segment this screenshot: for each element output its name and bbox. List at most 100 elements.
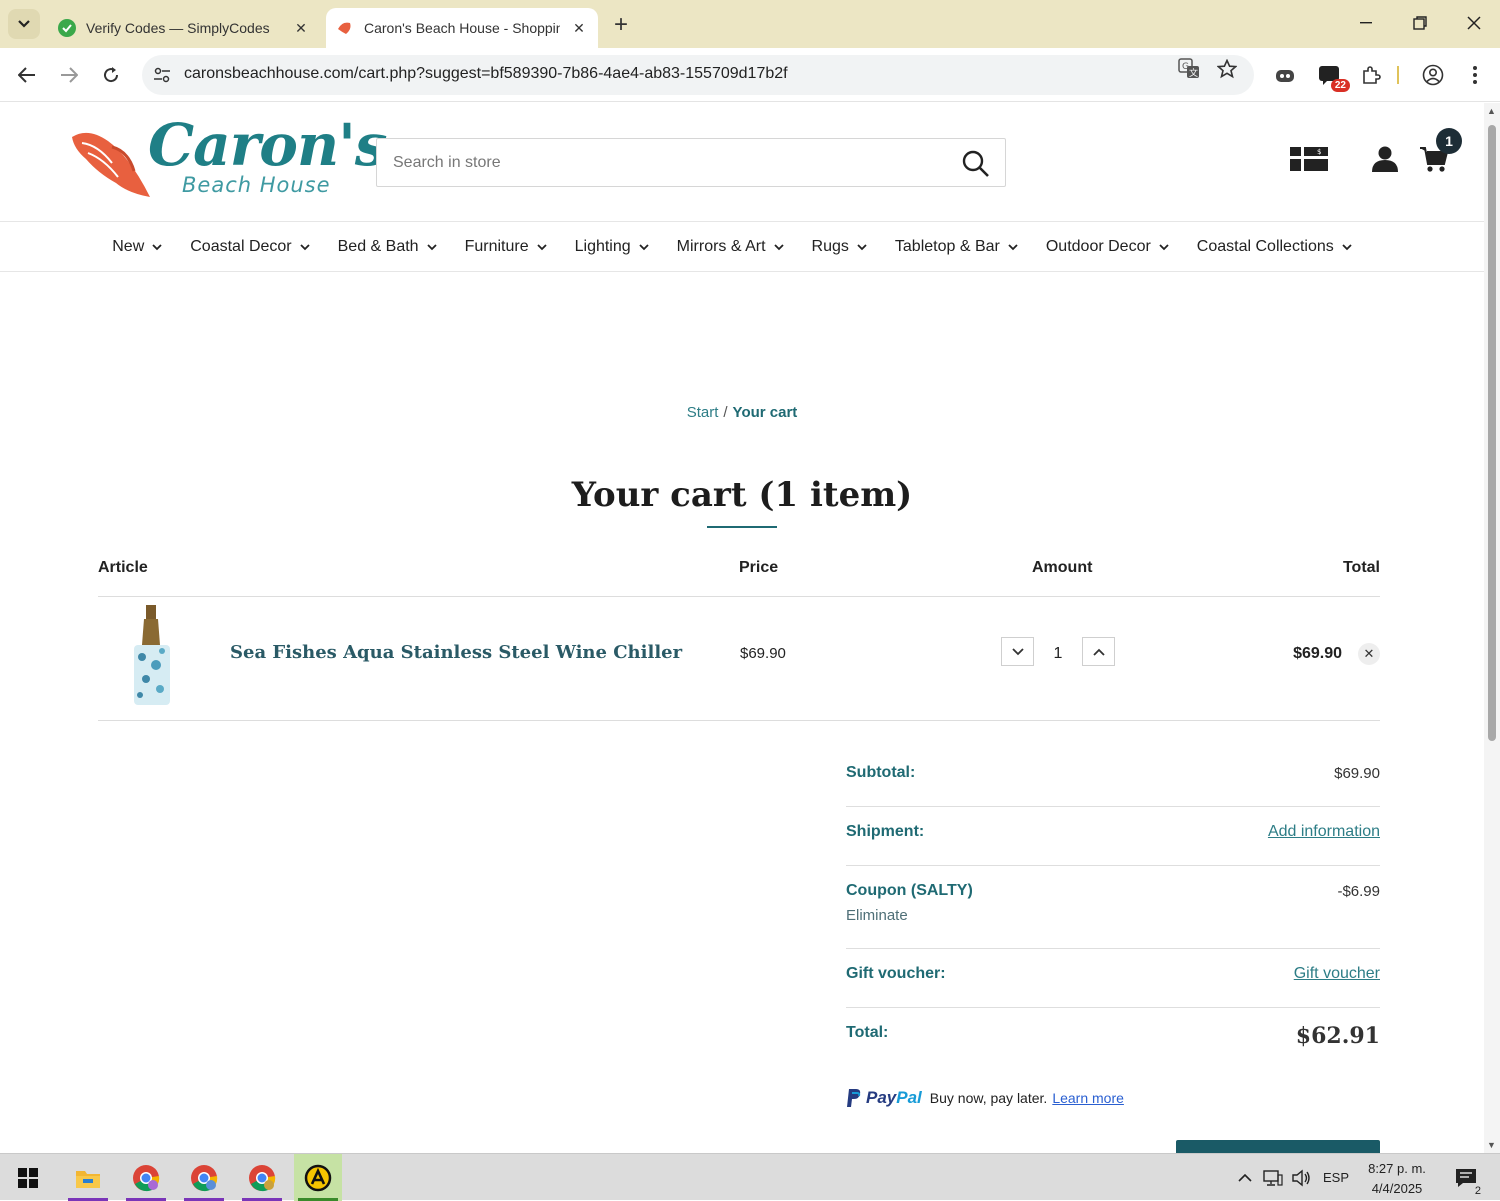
chevron-up-icon bbox=[1238, 1173, 1252, 1182]
chrome-taskbar-button-1[interactable] bbox=[122, 1154, 170, 1201]
product-image[interactable] bbox=[126, 605, 178, 709]
browser-tab-bar: Verify Codes — SimplyCodes ✕ Caron's Bea… bbox=[0, 0, 1500, 48]
paypal-wordmark: PayPal bbox=[866, 1088, 922, 1107]
paypal-text: Buy now, pay later. bbox=[929, 1090, 1048, 1106]
paypal-learn-more-link[interactable]: Learn more bbox=[1052, 1090, 1124, 1106]
gift-card-icon[interactable]: $ bbox=[1287, 141, 1331, 177]
tab-verify-codes[interactable]: Verify Codes — SimplyCodes ✕ bbox=[48, 8, 320, 48]
address-bar[interactable]: caronsbeachhouse.com/cart.php?suggest=bf… bbox=[142, 55, 1254, 95]
new-tab-button[interactable]: + bbox=[606, 11, 636, 38]
summary-coupon-row: Coupon (SALTY) -$6.99 Eliminate bbox=[846, 866, 1380, 949]
extension-chat-icon[interactable]: 22 bbox=[1314, 60, 1350, 92]
nav-item-coastal-collections[interactable]: Coastal Collections bbox=[1197, 238, 1372, 256]
reload-icon bbox=[104, 67, 119, 83]
breadcrumb-separator: / bbox=[723, 404, 728, 421]
forward-button[interactable] bbox=[52, 58, 86, 92]
back-button[interactable] bbox=[10, 58, 44, 92]
decrease-quantity-button[interactable] bbox=[1001, 637, 1034, 666]
browser-toolbar: caronsbeachhouse.com/cart.php?suggest=bf… bbox=[0, 48, 1500, 102]
scrollbar-thumb[interactable] bbox=[1488, 125, 1496, 741]
chrome-icon bbox=[249, 1164, 276, 1191]
nav-item-coastal-decor[interactable]: Coastal Decor bbox=[190, 238, 329, 256]
shipment-label: Shipment: bbox=[846, 823, 925, 840]
close-icon bbox=[1467, 16, 1481, 30]
chevron-down-icon bbox=[299, 243, 310, 250]
add-shipping-info-link[interactable]: Add information bbox=[1268, 823, 1380, 841]
chrome-taskbar-button-2[interactable] bbox=[180, 1154, 228, 1201]
tab-close-icon[interactable]: ✕ bbox=[290, 17, 312, 39]
gift-voucher-link[interactable]: Gift voucher bbox=[1294, 965, 1380, 983]
breadcrumb-start-link[interactable]: Start bbox=[687, 404, 719, 421]
store-search-input[interactable]: Search in store bbox=[376, 138, 1006, 187]
checkout-button[interactable] bbox=[1176, 1140, 1380, 1153]
scroll-up-icon[interactable]: ▲ bbox=[1487, 106, 1496, 116]
extensions-puzzle-icon[interactable] bbox=[1356, 60, 1386, 90]
search-placeholder: Search in store bbox=[393, 154, 501, 171]
title-underline bbox=[707, 526, 777, 528]
nav-item-rugs[interactable]: Rugs bbox=[812, 238, 887, 256]
profile-icon[interactable] bbox=[1418, 60, 1448, 90]
browser-menu-icon[interactable] bbox=[1460, 60, 1490, 90]
remove-item-button[interactable]: ✕ bbox=[1358, 643, 1380, 665]
notification-count: 2 bbox=[1471, 1185, 1484, 1197]
clock-time: 8:27 p. m. bbox=[1368, 1161, 1426, 1176]
remove-coupon-link[interactable]: Eliminate bbox=[846, 907, 908, 924]
nav-item-new[interactable]: New bbox=[112, 238, 182, 256]
site-settings-icon[interactable] bbox=[150, 63, 174, 87]
file-explorer-button[interactable] bbox=[64, 1154, 112, 1201]
language-indicator[interactable]: ESP bbox=[1318, 1154, 1354, 1201]
total-label: Total: bbox=[846, 1024, 889, 1041]
site-logo[interactable]: Caron's Beach House bbox=[68, 111, 388, 203]
shell-favicon-icon bbox=[336, 19, 354, 37]
extension-robot-icon[interactable] bbox=[1270, 60, 1300, 90]
search-icon[interactable] bbox=[961, 149, 991, 179]
page-scrollbar[interactable]: ▲ ▼ bbox=[1484, 103, 1500, 1153]
breadcrumb: Start / Your cart bbox=[0, 404, 1484, 421]
product-name-link[interactable]: Sea Fishes Aqua Stainless Steel Wine Chi… bbox=[230, 642, 682, 663]
nav-item-tabletop-bar[interactable]: Tabletop & Bar bbox=[895, 238, 1038, 256]
start-button[interactable] bbox=[4, 1154, 52, 1201]
translate-icon[interactable]: G文 bbox=[1176, 56, 1202, 82]
tab-close-icon[interactable]: ✕ bbox=[568, 17, 590, 39]
coupon-value: -$6.99 bbox=[1337, 883, 1380, 900]
toolbar-divider bbox=[1396, 60, 1400, 90]
restore-button[interactable] bbox=[1394, 0, 1446, 46]
notification-center-button[interactable]: 2 bbox=[1446, 1154, 1486, 1201]
system-clock[interactable]: 8:27 p. m. 4/4/2025 bbox=[1360, 1159, 1434, 1199]
chevron-down-icon bbox=[426, 243, 437, 250]
network-icon[interactable] bbox=[1260, 1154, 1286, 1201]
chrome-taskbar-button-3[interactable] bbox=[238, 1154, 286, 1201]
show-hidden-icons-button[interactable] bbox=[1232, 1154, 1258, 1201]
bookmark-star-icon[interactable] bbox=[1214, 56, 1240, 82]
tab-carons-beach-house[interactable]: Caron's Beach House - Shoppin ✕ bbox=[326, 8, 598, 48]
app-taskbar-button-active[interactable] bbox=[294, 1154, 342, 1201]
windows-logo-icon bbox=[18, 1167, 38, 1188]
coupon-label: Coupon (SALTY) bbox=[846, 882, 973, 899]
column-article: Article bbox=[98, 559, 148, 576]
close-window-button[interactable] bbox=[1448, 0, 1500, 46]
close-icon: ✕ bbox=[1363, 646, 1375, 661]
webpage: Caron's Beach House Search in store $ 1 … bbox=[0, 103, 1484, 1153]
scroll-down-icon[interactable]: ▼ bbox=[1487, 1140, 1496, 1150]
minimize-button[interactable] bbox=[1340, 0, 1392, 46]
chevron-down-icon bbox=[639, 243, 649, 250]
nav-item-outdoor-decor[interactable]: Outdoor Decor bbox=[1046, 238, 1189, 256]
tab-search-button[interactable] bbox=[8, 9, 40, 39]
summary-total-row: Total: $62.91 bbox=[846, 1008, 1380, 1070]
summary-gift-row: Gift voucher: Gift voucher bbox=[846, 949, 1380, 1008]
reload-button[interactable] bbox=[94, 58, 128, 92]
url-text: caronsbeachhouse.com/cart.php?suggest=bf… bbox=[184, 65, 788, 82]
conch-shell-icon bbox=[72, 124, 150, 197]
column-price: Price bbox=[739, 559, 779, 576]
paypal-logo-icon bbox=[847, 1089, 861, 1107]
breadcrumb-current: Your cart bbox=[732, 404, 798, 421]
nav-item-mirrors-art[interactable]: Mirrors & Art bbox=[677, 238, 804, 256]
nav-item-lighting[interactable]: Lighting bbox=[575, 238, 669, 256]
quantity-value[interactable]: 1 bbox=[1038, 645, 1078, 663]
nav-item-bed-bath[interactable]: Bed & Bath bbox=[338, 238, 457, 256]
app-logo-icon bbox=[304, 1164, 332, 1191]
account-icon[interactable] bbox=[1363, 141, 1407, 177]
increase-quantity-button[interactable] bbox=[1082, 637, 1115, 666]
nav-item-furniture[interactable]: Furniture bbox=[465, 238, 567, 256]
volume-icon[interactable] bbox=[1288, 1154, 1314, 1201]
